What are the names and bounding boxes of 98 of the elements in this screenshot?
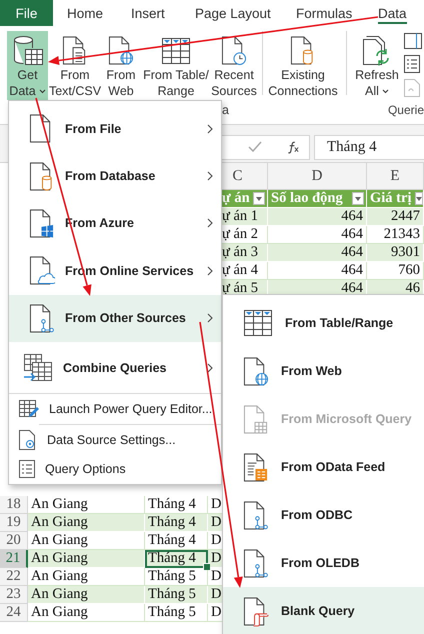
table-cell: An Giang — [28, 604, 145, 622]
caret-icon — [382, 89, 389, 94]
ribbon-tab[interactable]: File — [0, 0, 53, 26]
row-number: 21 — [0, 550, 28, 568]
group-label: a — [222, 103, 229, 117]
network-file-icon — [243, 500, 269, 530]
table-cell: Tháng 5 — [145, 604, 208, 622]
table-cell: Tháng 4 — [145, 514, 208, 532]
table-cell: Tháng 4 — [145, 496, 208, 514]
ribbon-tab[interactable]: Insert — [117, 0, 181, 26]
column-header: E — [367, 163, 424, 190]
ribbon-tab[interactable]: Formulas — [282, 0, 364, 26]
table-cell: An Giang — [28, 514, 145, 532]
table-cell: 760 — [367, 262, 424, 280]
list-icon — [404, 55, 420, 73]
menu-item[interactable]: Data Source Settings... — [9, 424, 221, 454]
check-icon — [248, 141, 262, 153]
table-cell: 9301 — [367, 244, 424, 262]
menu-item[interactable]: From File — [9, 105, 221, 152]
table-cell: Tháng 4 — [145, 532, 208, 550]
ribbon-button[interactable]: Get Data — [7, 31, 48, 100]
table-cell: An Giang — [28, 568, 145, 586]
filter-button[interactable] — [352, 192, 364, 205]
ribbon-button[interactable]: From Table/ Range — [143, 31, 209, 100]
menu-item[interactable]: Combine Queries — [9, 342, 221, 394]
function-icon — [286, 140, 300, 154]
ribbon-button[interactable]: Recent Sources — [211, 31, 257, 100]
ribbon-tab[interactable]: Data — [364, 0, 424, 26]
header-cell: ự án — [222, 190, 250, 207]
table-cell: An Giang — [28, 550, 145, 568]
chevron-right-icon — [207, 362, 213, 373]
chevron-right-icon — [207, 171, 213, 182]
table-cell: 464 — [268, 244, 367, 262]
database-table-icon — [12, 34, 44, 66]
menu-item[interactable]: Query Options — [9, 454, 221, 484]
table-cell: Tháng 5 — [145, 586, 208, 604]
table-cell: Tháng 5 — [145, 568, 208, 586]
row-number: 22 — [0, 568, 28, 586]
network-file-icon — [29, 302, 55, 334]
filter-button[interactable] — [415, 192, 423, 205]
globe-file-icon — [243, 356, 269, 386]
clock-file-icon — [221, 35, 247, 66]
menu-item[interactable]: From OData Feed — [223, 443, 424, 491]
network-file-icon — [243, 548, 269, 578]
filter-button[interactable] — [253, 192, 265, 205]
table-cell: 21343 — [367, 226, 424, 244]
table-cell: An Giang — [28, 586, 145, 604]
table-cell: An Giang — [28, 496, 145, 514]
menu-item[interactable]: From Web — [223, 347, 424, 395]
menu-item[interactable]: From Other Sources — [9, 294, 221, 342]
table-cell: 464 — [268, 262, 367, 280]
text-file-icon — [62, 35, 88, 66]
dropdown-arrow-icon — [256, 196, 262, 200]
table-cell: 464 — [268, 208, 367, 226]
cloud-file-icon — [29, 255, 55, 286]
chevron-right-icon — [207, 266, 213, 276]
table-cell: Tháng 4 — [145, 550, 208, 568]
scroll-file-icon — [243, 596, 269, 626]
chevron-right-icon — [207, 124, 213, 134]
dropdown-arrow-icon — [416, 196, 422, 200]
ribbon-button[interactable]: Existing Connections — [268, 31, 338, 100]
tiles-file-icon — [29, 208, 55, 239]
fill-handle — [203, 563, 210, 570]
menu-item[interactable]: From Table/Range — [223, 299, 424, 347]
refresh-icon — [362, 34, 392, 66]
formula-field: Tháng 4 — [314, 134, 424, 160]
ribbon-button[interactable]: Refresh All — [356, 31, 398, 100]
table-pencil-icon — [19, 400, 39, 418]
menu-item[interactable]: Blank Query — [223, 587, 424, 634]
row-number: 24 — [0, 604, 28, 622]
row-number: 20 — [0, 532, 28, 550]
tables-arrow-icon — [23, 352, 53, 383]
table-icon — [161, 36, 191, 64]
ribbon-tab[interactable]: Page Layout — [181, 0, 282, 26]
list-icon — [19, 460, 35, 478]
dropdown-arrow-icon — [355, 196, 361, 200]
table-cell: 2447 — [367, 208, 424, 226]
chevron-right-icon — [207, 218, 213, 228]
table-cell: An Giang — [28, 532, 145, 550]
table-icon — [243, 309, 273, 337]
header-cell: Số lao động — [271, 190, 343, 207]
chevron-right-icon — [207, 313, 213, 324]
row-number: 23 — [0, 586, 28, 604]
row-number: 18 — [0, 496, 28, 514]
table-file-icon — [243, 404, 269, 434]
ribbon-button[interactable]: From Web — [106, 31, 136, 100]
globe-file-icon — [108, 35, 134, 66]
group-label: Querie — [388, 103, 424, 117]
caret-icon — [38, 89, 46, 94]
file-gear-icon — [19, 430, 37, 450]
menu-item[interactable]: Launch Power Query Editor... — [9, 394, 221, 424]
link-file-icon — [404, 79, 420, 97]
ribbon-tab[interactable]: Home — [53, 0, 117, 26]
header-cell: Giá trị — [370, 190, 412, 207]
table-cell: 464 — [268, 226, 367, 244]
row-number: 19 — [0, 514, 28, 532]
column-header: D — [268, 163, 367, 190]
data-feed-file-icon — [243, 452, 269, 482]
